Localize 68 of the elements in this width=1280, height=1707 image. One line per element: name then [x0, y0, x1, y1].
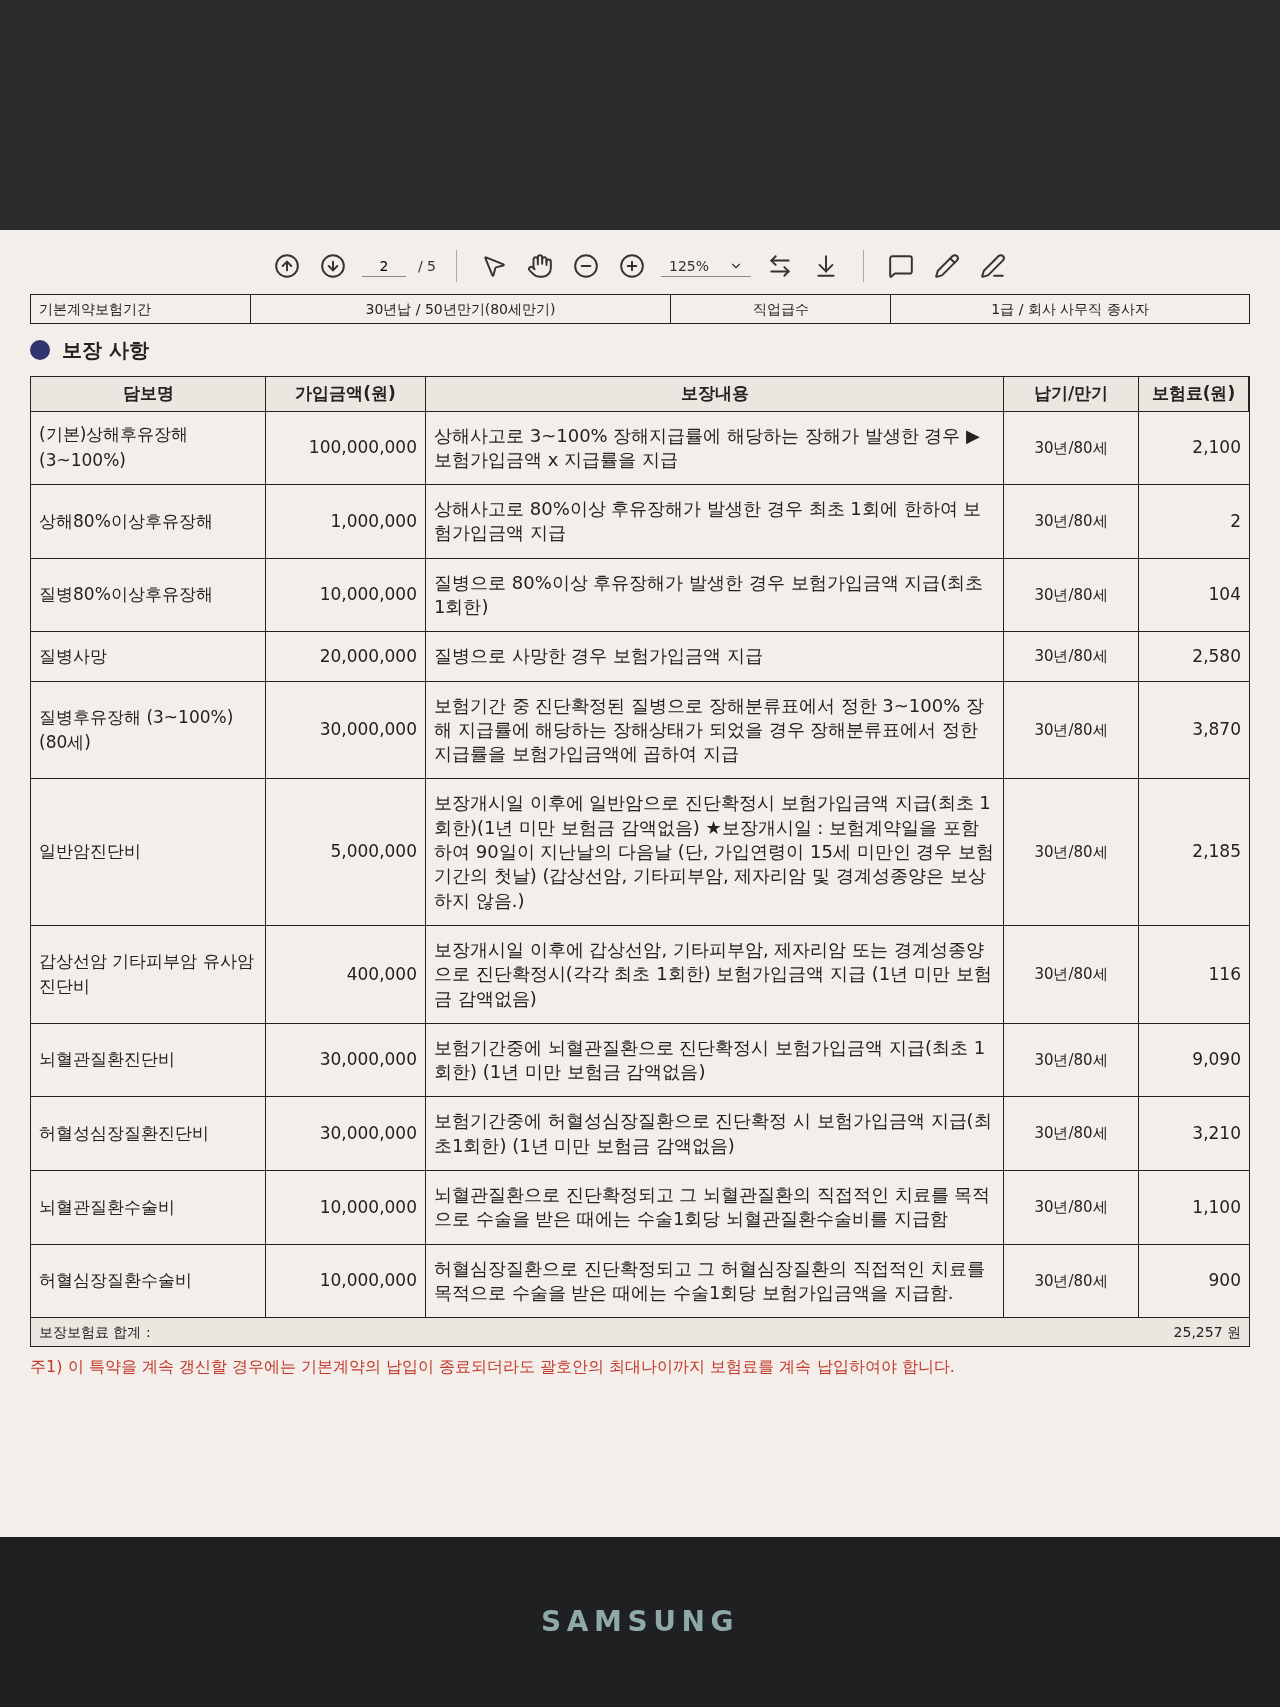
table-cell: 30년/80세: [1004, 1171, 1139, 1245]
page-total: / 5: [417, 257, 436, 276]
table-cell: 9,090: [1139, 1023, 1249, 1098]
table-cell: 상해사고로 80%이상 후유장해가 발생한 경우 최초 1회에 한하여 보험가입금액 지급: [426, 485, 1004, 559]
table-cell: 100,000,000: [266, 411, 426, 486]
table-cell: 질병사망: [31, 632, 266, 682]
table-cell: 2,100: [1139, 411, 1249, 486]
table-cell: 30,000,000: [266, 1023, 426, 1098]
table-cell: 30년납 / 50년만기(80세만기): [251, 295, 671, 323]
table-cell: 30,000,000: [266, 1097, 426, 1172]
table-cell: 기본계약보험기간: [31, 295, 251, 323]
table-cell: 30년/80세: [1004, 681, 1139, 780]
table-cell: 30년/80세: [1004, 485, 1139, 559]
table-cell: 질병후유장해 (3~100%)(80세): [31, 681, 266, 780]
table-cell: 뇌혈관질환진단비: [31, 1023, 266, 1098]
column-header: 가입금액(원): [266, 377, 426, 412]
table-cell: 2,185: [1139, 779, 1249, 926]
table-cell: 30년/80세: [1004, 779, 1139, 926]
table-cell: 뇌혈관질환수술비: [31, 1171, 266, 1245]
table-cell: 2,580: [1139, 632, 1249, 682]
table-cell: 10,000,000: [266, 558, 426, 633]
table-cell: 30년/80세: [1004, 925, 1139, 1024]
table-cell: 104: [1139, 558, 1249, 633]
table-cell: 질병으로 사망한 경우 보험가입금액 지급: [426, 632, 1004, 682]
column-header: 보험료(원): [1139, 377, 1249, 412]
table-cell: 질병으로 80%이상 후유장해가 발생한 경우 보험가입금액 지급(최초 1회한): [426, 558, 1004, 633]
table-cell: 30년/80세: [1004, 411, 1139, 486]
table-cell: 30,000,000: [266, 681, 426, 780]
monitor-brand: SAMSUNG: [540, 1604, 740, 1640]
table-cell: 갑상선암 기타피부암 유사암진단비: [31, 925, 266, 1024]
total-value: 25,257 원: [1173, 1323, 1241, 1343]
table-cell: 직업급수: [671, 295, 891, 323]
table-cell: (기본)상해후유장해 (3~100%): [31, 411, 266, 486]
table-cell: 10,000,000: [266, 1171, 426, 1245]
column-header: 보장내용: [426, 377, 1004, 412]
table-cell: 상해사고로 3~100% 장해지급률에 해당하는 장해가 발생한 경우 ▶보험가입금액 x 지급률을 지급: [426, 411, 1004, 486]
table-cell: 5,000,000: [266, 779, 426, 926]
section-title: 보장 사항: [62, 337, 149, 364]
total-label: 보장보험료 합계 :: [39, 1323, 151, 1343]
column-header: 납기/만기: [1004, 377, 1139, 412]
table-cell: 보험기간 중 진단확정된 질병으로 장해분류표에서 정한 3~100% 장해 지급률에 해당하는 장해상태가 되었을 경우 장해분류표에서 정한 지급률을 보험가입금액에 곱하여 지급: [426, 681, 1004, 780]
table-cell: 보장개시일 이후에 갑상선암, 기타피부암, 제자리암 또는 경계성종양으로 진단확정시(각각 최초 1회한) 보험가입금액 지급 (1년 미만 보험금 감액없음): [426, 925, 1004, 1024]
table-cell: 116: [1139, 925, 1249, 1024]
column-header: 담보명: [31, 377, 266, 412]
table-cell: 30년/80세: [1004, 632, 1139, 682]
table-cell: 1,000,000: [266, 485, 426, 559]
table-cell: 3,870: [1139, 681, 1249, 780]
page-number-field[interactable]: 2: [361, 255, 406, 277]
table-cell: 1,100: [1139, 1171, 1249, 1245]
table-cell: 뇌혈관질환으로 진단확정되고 그 뇌혈관질환의 직접적인 치료를 목적으로 수술을 받은 때에는 수술1회당 뇌혈관질환수술비를 지급함: [426, 1171, 1004, 1245]
table-cell: 30년/80세: [1004, 1097, 1139, 1172]
table-cell: 3,210: [1139, 1097, 1249, 1172]
table-cell: 보험기간중에 뇌혈관질환으로 진단확정시 보험가입금액 지급(최초 1회한) (1년 미만 보험금 감액없음): [426, 1023, 1004, 1098]
table-cell: 보험기간중에 허혈성심장질환으로 진단확정 시 보험가입금액 지급(최초1회한) (1년 미만 보험금 감액없음): [426, 1097, 1004, 1172]
table-cell: 보장개시일 이후에 일반암으로 진단확정시 보험가입금액 지급(최초 1회한)(1년 미만 보험금 감액없음) ★보장개시일 : 보험계약일을 포함하여 90일이 지난날의 다음날 (단, 가입연령이 15세 미만인 경우 보험기간의 첫날) (갑상선암, 기타피부암, 제자리암 및 경계성종양은 보상하지 않음.): [426, 779, 1004, 926]
table-cell: 허혈성심장질환진단비: [31, 1097, 266, 1172]
table-cell-text: 1급 / 회사 사무직 종사자: [990, 300, 1150, 319]
table-cell: 30년/80세: [1004, 558, 1139, 633]
table-cell: 30년/80세: [1004, 1023, 1139, 1098]
table-cell: 400,000: [266, 925, 426, 1024]
table-cell: 20,000,000: [266, 632, 426, 682]
zoom-dropdown[interactable]: 125%: [661, 255, 752, 277]
table-cell: 일반암진단비: [31, 779, 266, 926]
table-cell: 2: [1139, 485, 1249, 559]
footnote: 주1) 이 특약을 계속 갱신할 경우에는 기본계약의 납입이 종료되더라도 괄호안의 최대나이까지 보험료를 계속 납입하여야 합니다.: [30, 1356, 956, 1379]
table-cell: 질병80%이상후유장해: [31, 558, 266, 633]
table-cell: 상해80%이상후유장해: [31, 485, 266, 559]
bullet-icon: [30, 340, 50, 360]
